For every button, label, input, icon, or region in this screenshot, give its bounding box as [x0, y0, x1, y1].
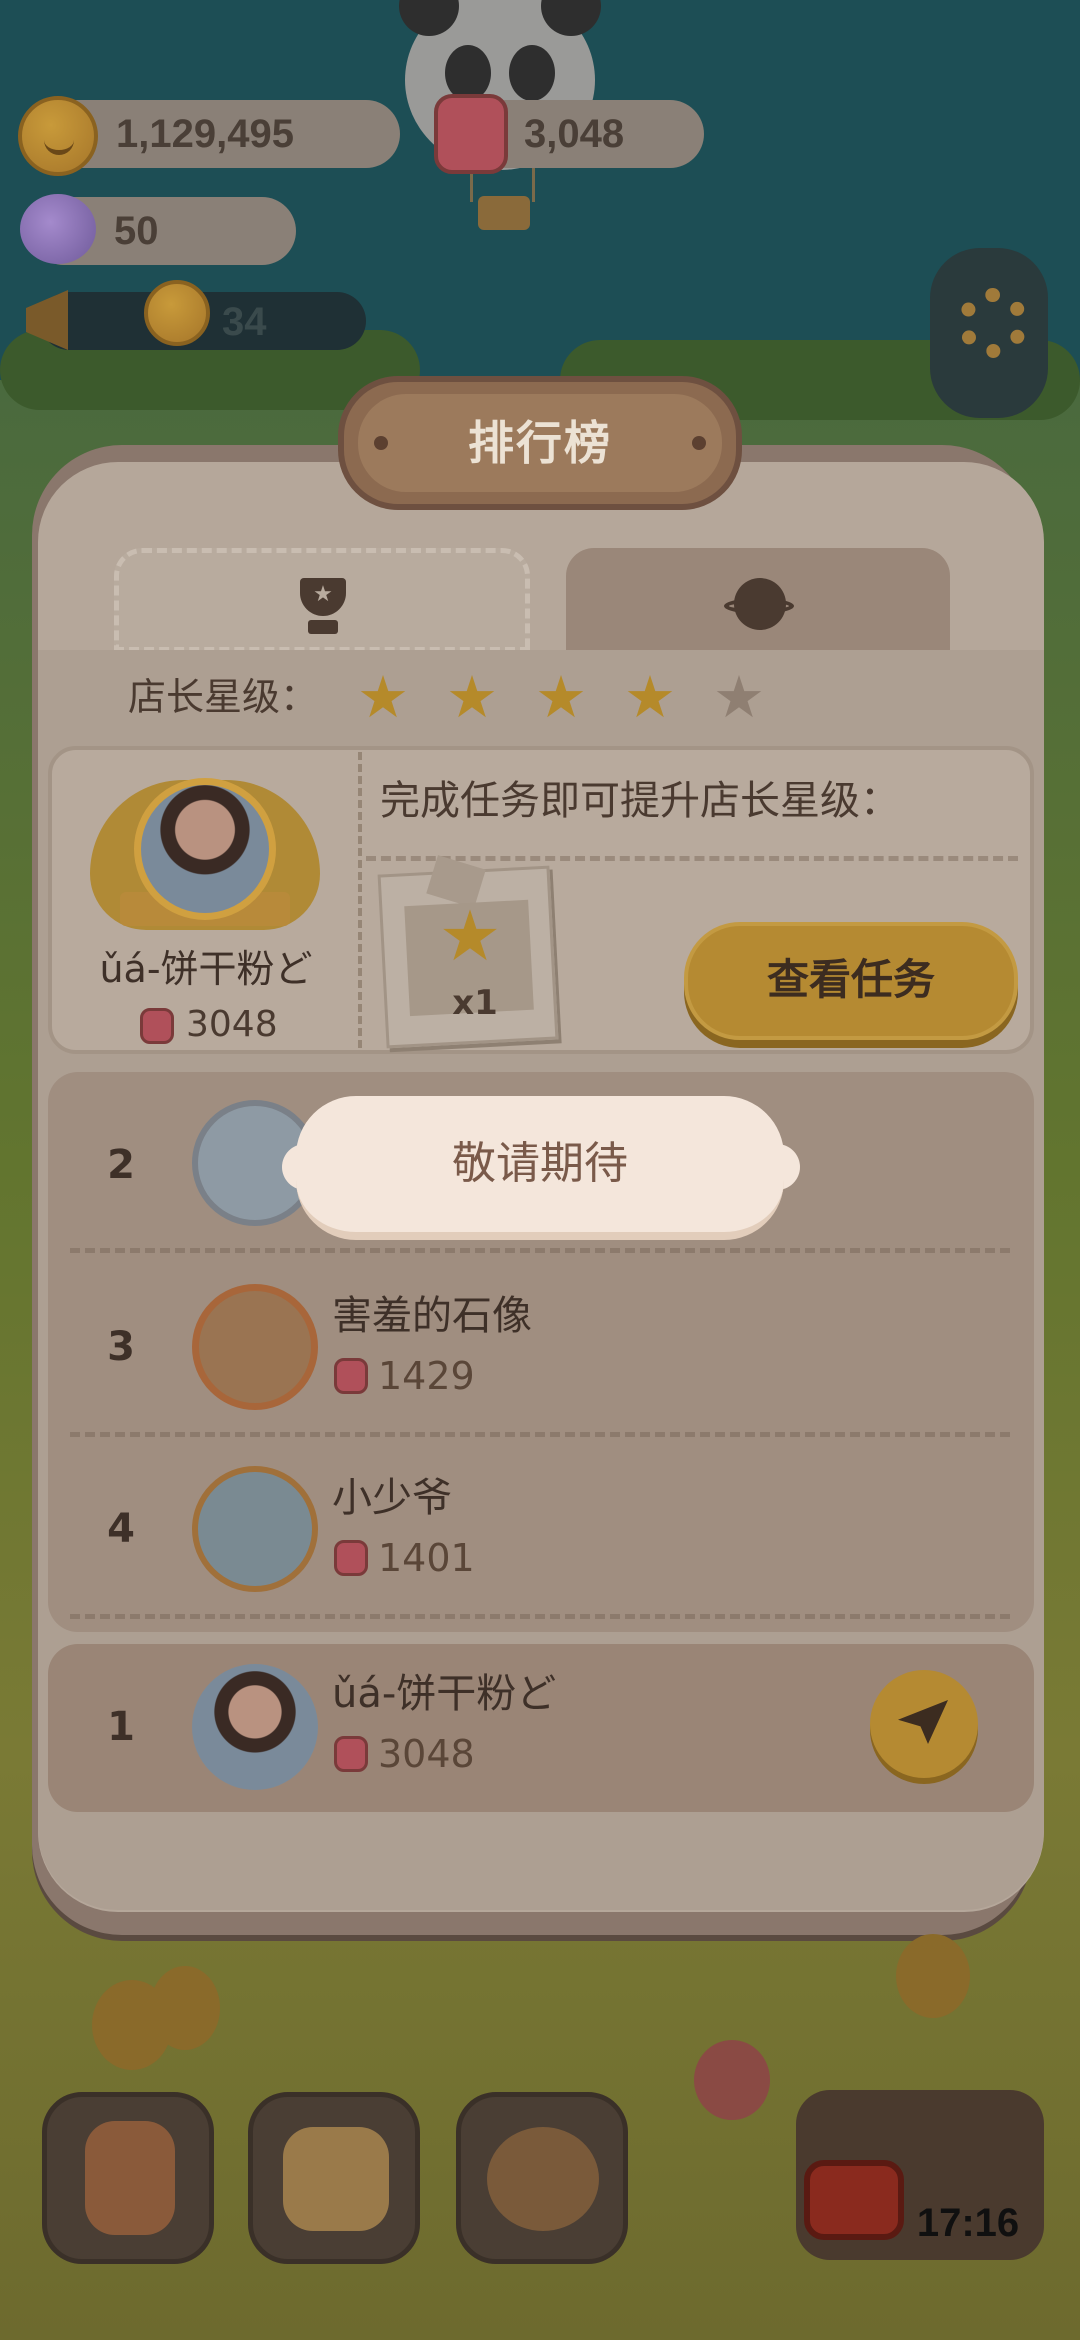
star-level-label: 店长星级： — [128, 675, 319, 719]
star-icon: ★ — [446, 663, 498, 731]
paper-plane-icon — [898, 1700, 948, 1744]
cookie-character — [896, 1934, 970, 2018]
diary-icon — [283, 2127, 389, 2231]
star-icon: ★ — [624, 663, 676, 731]
cookie-character — [150, 1966, 220, 2050]
gear-icon[interactable] — [958, 288, 1028, 358]
self-score: 3048 — [378, 1732, 475, 1776]
helper-cookie-icon — [144, 280, 210, 346]
view-tasks-button[interactable]: 查看任务 — [684, 922, 1018, 1040]
balloon-basket — [478, 196, 530, 230]
jam-jar-icon — [334, 1540, 368, 1576]
star-icon: ★ — [357, 663, 409, 731]
cookie-plate-icon — [487, 2127, 599, 2231]
star-icon: ★ — [535, 663, 587, 731]
avatar[interactable] — [192, 1664, 318, 1790]
self-rank-number: 1 — [107, 1704, 135, 1750]
avatar[interactable] — [134, 778, 276, 920]
avatar[interactable] — [192, 1284, 318, 1410]
candy-icon — [20, 194, 96, 264]
share-button[interactable] — [870, 1670, 978, 1778]
jam-jar-icon — [140, 1008, 174, 1044]
rank-number: 3 — [107, 1324, 135, 1370]
trophy-icon: ★ — [290, 578, 356, 634]
player-name: 害羞的石像 — [332, 1293, 532, 1339]
hotel-button[interactable] — [42, 2092, 214, 2264]
helper-value: 34 — [222, 300, 267, 344]
player-name: 小少爷 — [332, 1475, 452, 1521]
avatar[interactable] — [192, 1466, 318, 1592]
cookie-coin-icon — [18, 96, 98, 176]
jam-jar-icon — [434, 94, 508, 174]
profile-name: ǔá-饼干粉ど — [99, 947, 313, 991]
coming-soon-banner: 敬请期待 — [296, 1096, 784, 1240]
cookie-plate-button[interactable] — [456, 2092, 628, 2264]
tv-icon — [804, 2160, 904, 2240]
coin-value: 1,129,495 — [116, 112, 294, 156]
planet-icon — [724, 578, 794, 634]
diary-button[interactable] — [248, 2092, 420, 2264]
task-prompt: 完成任务即可提升店长星级： — [380, 778, 900, 824]
player-score: 1401 — [378, 1536, 475, 1580]
profile-frame — [90, 756, 320, 946]
jam-jar-icon — [334, 1358, 368, 1394]
rank-number: 4 — [107, 1506, 135, 1552]
jam-value: 3,048 — [524, 112, 625, 156]
player-score: 1429 — [378, 1354, 475, 1398]
timer-text: 17:16 — [916, 2201, 1020, 2245]
candy-value: 50 — [114, 209, 159, 253]
self-name: ǔá-饼干粉ど — [332, 1671, 557, 1717]
rank-number: 2 — [107, 1142, 135, 1188]
jam-jar-icon — [334, 1736, 368, 1772]
cookie-character — [694, 2040, 770, 2120]
dialog-title: 排行榜 — [468, 416, 612, 470]
hotel-icon — [85, 2121, 175, 2235]
reward-count: x1 — [452, 983, 498, 1023]
star-empty-icon: ★ — [713, 663, 765, 731]
star-reward-icon: ★ — [438, 895, 502, 977]
profile-score: 3048 — [186, 1004, 278, 1045]
